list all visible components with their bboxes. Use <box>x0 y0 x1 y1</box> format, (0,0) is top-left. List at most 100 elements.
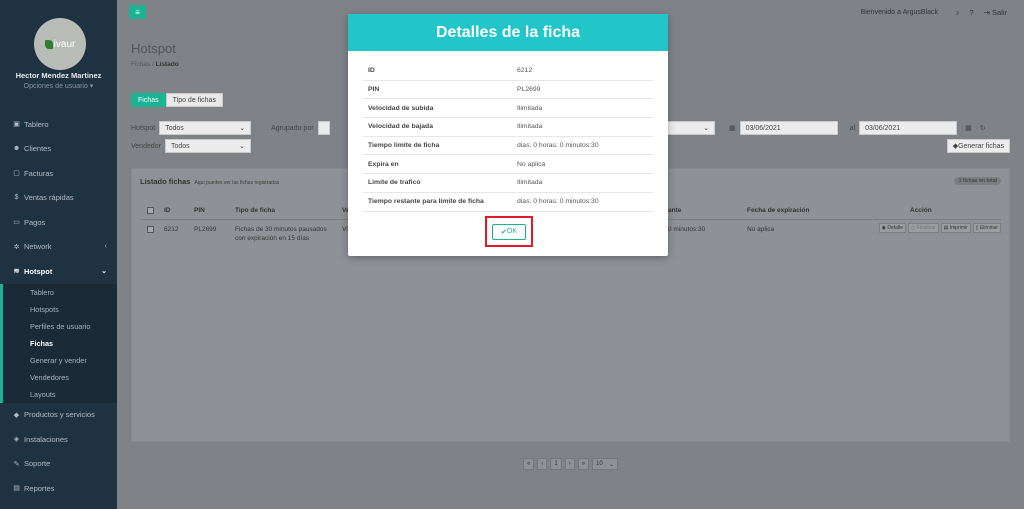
date-to-input[interactable]: 03/06/2021 <box>859 121 958 135</box>
breadcrumb-parent[interactable]: Fichas <box>131 61 150 68</box>
wifi-icon: ≋ <box>13 268 20 276</box>
row-checkbox[interactable] <box>147 226 154 233</box>
filter-row-2: Vendedor Todos ⌄ <box>131 139 251 153</box>
pagination: « ‹ 1 › » 10 ⌄ <box>523 458 619 470</box>
tabs: Fichas Tipo de fichas <box>131 93 223 107</box>
ficha-details-modal: Detalles de la ficha ID 6212 PIN PL2699 Ve… <box>348 14 668 256</box>
finish-button[interactable]: ◷ Finalizar <box>907 223 939 233</box>
chevron-down-icon: ⌄ <box>239 143 245 150</box>
avatar: ivaur <box>34 18 86 70</box>
ok-button[interactable]: ✔ OK <box>492 223 526 240</box>
user-name: Hector Mendez Martinez <box>15 71 102 80</box>
tab-fichas[interactable]: Fichas <box>131 93 166 107</box>
list-title: Listado fichas Aquí puedes ver las fichas… <box>140 177 280 186</box>
submenu-item-fichas[interactable]: Fichas <box>3 335 117 352</box>
chevron-down-icon: ⌄ <box>703 125 709 132</box>
detail-row: Tiempo limite de ficha dias: 0 horas: 0 m… <box>363 137 653 156</box>
sidebar-item-instalaciones[interactable]: ◈ Instalaciones <box>0 427 117 452</box>
row-actions: ◉ Detalle ◷ Finalizar ▤ Imprimir ▯ Elimi… <box>878 223 1001 233</box>
detail-row: Limite de trafico Ilimitada <box>363 174 653 193</box>
hotspot-select[interactable]: Todos ⌄ <box>159 121 252 135</box>
menu-toggle-button[interactable]: ≡ <box>129 5 146 19</box>
company-logo: ivaur <box>44 39 75 50</box>
submenu-item-tablero[interactable]: Tablero <box>3 284 117 301</box>
top-icons: ♪ ? ⇥ Salir <box>956 8 1007 17</box>
tab-tipo-fichas[interactable]: Tipo de fichas <box>165 93 223 107</box>
seller-filter-label: Vendedor <box>131 142 161 150</box>
detail-row: ID 6212 <box>363 62 653 81</box>
header-restante: ante <box>668 207 682 214</box>
users-icon: ☻ <box>12 145 21 153</box>
wrench-icon: ✎ <box>13 460 20 468</box>
refresh-icon[interactable]: ↻ <box>980 124 986 132</box>
dollar-icon: $ <box>14 194 19 202</box>
sidebar-nav: ▣ Tablero ☻ Clientes ▢ Facturas $ Ventas ráp… <box>0 112 117 501</box>
sidebar-item-hotspot[interactable]: ≋ Hotspot ⌄ <box>0 259 117 284</box>
grouped-select[interactable] <box>317 121 330 135</box>
sidebar-item-clientes[interactable]: ☻ Clientes <box>0 137 117 162</box>
page-next[interactable]: › <box>564 458 575 470</box>
modal-title: Detalles de la ficha <box>348 14 668 51</box>
cell-tipo: Fichas de 30 minutos pausados con expira… <box>235 226 327 242</box>
breadcrumb-current: Listado <box>155 61 179 68</box>
grouped-select-end[interactable]: ⌄ <box>665 121 715 135</box>
leaf-icon <box>44 39 53 49</box>
user-options-link[interactable]: Opciones de usuario ▾ <box>0 82 117 90</box>
sidebar-item-facturas[interactable]: ▢ Facturas <box>0 161 117 186</box>
hotspot-filter-label: Hotspot <box>131 124 156 132</box>
detail-row: PIN PL2699 <box>363 81 653 100</box>
chevron-left-icon: ‹ <box>104 243 107 251</box>
select-all-checkbox[interactable] <box>147 207 154 214</box>
detail-row: Velocidad de subida Ilimitada <box>363 99 653 119</box>
sidebar-item-soporte[interactable]: ✎ Soporte <box>0 452 117 477</box>
calendar-icon: ▦ <box>729 125 736 132</box>
cell-pin: PL2699 <box>194 226 217 233</box>
sidebar-item-tablero[interactable]: ▣ Tablero <box>0 112 117 137</box>
bell-icon[interactable]: ♪ <box>956 8 960 17</box>
sidebar-item-productos[interactable]: ◆ Productos y servicios <box>0 403 117 428</box>
page-prev[interactable]: ‹ <box>537 458 548 470</box>
dashboard-icon: ▣ <box>13 121 20 129</box>
calendar-icon[interactable]: ▦ <box>965 124 972 132</box>
date-from-input[interactable]: 03/06/2021 <box>739 121 838 135</box>
submenu-item-perfiles[interactable]: Perfiles de usuario <box>3 318 117 335</box>
chevron-down-icon: ⌄ <box>609 461 615 468</box>
cell-expiracion: No aplica <box>747 226 775 233</box>
filter-row-1: Hotspot Todos ⌄ Agrupado por <box>131 121 330 135</box>
generate-fichas-button[interactable]: ◆ Generar fichas <box>946 139 1010 153</box>
submenu-item-generar[interactable]: Generar y vender <box>3 352 117 369</box>
submenu-item-hotspots[interactable]: Hotspots <box>3 301 117 318</box>
breadcrumb: Fichas / Listado <box>131 61 179 68</box>
sidebar-item-pagos[interactable]: ▭ Pagos <box>0 210 117 235</box>
welcome-text: Bienvenido a ArgusBlack <box>860 9 938 16</box>
header-expiracion: Fecha de expiración <box>747 207 810 214</box>
submenu-item-vendedores[interactable]: Vendedores <box>3 369 117 386</box>
ok-highlight: ✔ OK <box>485 216 533 247</box>
details-table: ID 6212 PIN PL2699 Velocidad de subida Ilim… <box>363 62 653 212</box>
page-title: Hotspot <box>131 41 176 56</box>
logout-icon: ⇥ <box>983 8 992 17</box>
delete-button[interactable]: ▯ Eliminar <box>972 223 1001 233</box>
per-page-select[interactable]: 10 ⌄ <box>592 458 619 470</box>
sidebar-item-network[interactable]: ✲ Network ‹ <box>0 235 117 260</box>
date-separator: al <box>849 124 856 132</box>
header-pin: PIN <box>194 207 205 214</box>
print-button[interactable]: ▤ Imprimir <box>940 223 971 233</box>
submenu-item-layouts[interactable]: Layouts <box>3 386 117 403</box>
logout-link[interactable]: ⇥ Salir <box>984 8 1007 17</box>
detail-row: Expira en No aplica <box>363 155 653 175</box>
seller-select[interactable]: Todos ⌄ <box>164 139 251 153</box>
book-icon: ▤ <box>13 485 20 493</box>
hotspot-submenu: Tablero Hotspots Perfiles de usuario Fic… <box>0 283 117 403</box>
page-current[interactable]: 1 <box>550 458 562 470</box>
chevron-down-icon: ⌄ <box>101 268 107 276</box>
cell-vendedor: Vi <box>342 226 348 233</box>
page-last[interactable]: » <box>577 458 590 470</box>
detail-button[interactable]: ◉ Detalle <box>878 223 906 233</box>
sidebar-item-ventas-rapidas[interactable]: $ Ventas rápidas <box>0 186 117 211</box>
page-first[interactable]: « <box>523 458 535 470</box>
count-badge: 1 fichas en total <box>954 177 1001 185</box>
grouped-label: Agrupado por <box>271 124 314 132</box>
sidebar-item-reportes[interactable]: ▤ Reportes <box>0 476 117 501</box>
help-icon[interactable]: ? <box>969 8 973 17</box>
